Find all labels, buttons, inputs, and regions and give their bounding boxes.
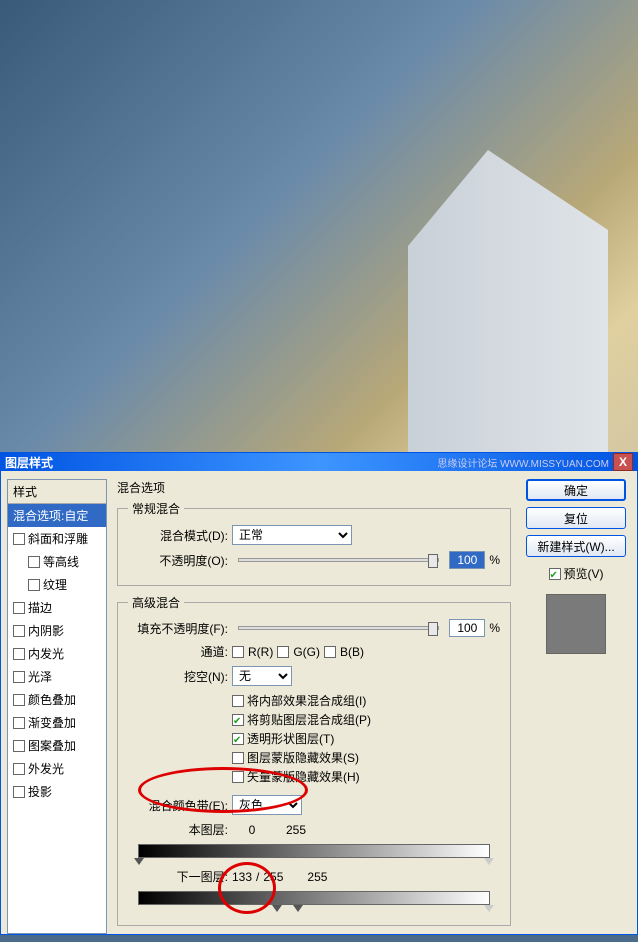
style-bevel[interactable]: 斜面和浮雕	[8, 527, 106, 550]
checkbox-icon[interactable]	[232, 714, 244, 726]
blend-mode-select[interactable]: 正常	[232, 525, 352, 545]
preview-swatch	[546, 594, 606, 654]
checkbox-icon[interactable]	[13, 648, 25, 660]
close-icon: X	[619, 455, 627, 469]
slider-stop-split-low[interactable]	[272, 905, 282, 912]
styles-selected[interactable]: 混合选项:自定	[8, 504, 106, 527]
cancel-button[interactable]: 复位	[526, 507, 626, 529]
style-texture[interactable]: 纹理	[8, 573, 106, 596]
general-legend: 常规混合	[128, 500, 184, 517]
new-style-button[interactable]: 新建样式(W)...	[526, 535, 626, 557]
styles-list: 样式 混合选项:自定 斜面和浮雕 等高线 纹理 描边 内阴影 内发光 光泽 颜色…	[7, 479, 107, 934]
style-contour[interactable]: 等高线	[8, 550, 106, 573]
general-blending: 常规混合 混合模式(D): 正常 不透明度(O): %	[117, 500, 511, 586]
style-satin[interactable]: 光泽	[8, 665, 106, 688]
opt-transparency-shapes[interactable]: 透明形状图层(T)	[232, 730, 500, 747]
slider-stop-white[interactable]	[484, 858, 494, 865]
knockout-select[interactable]: 无	[232, 666, 292, 686]
opacity-label: 不透明度(O):	[128, 552, 228, 569]
blend-if-select[interactable]: 灰色	[232, 795, 302, 815]
slider-thumb[interactable]	[428, 554, 438, 568]
opt-layer-mask-hides[interactable]: 图层蒙版隐藏效果(S)	[232, 749, 500, 766]
checkbox-icon[interactable]	[13, 694, 25, 706]
blend-mode-label: 混合模式(D):	[128, 527, 228, 544]
church-building	[408, 150, 608, 470]
checkbox-icon[interactable]	[13, 625, 25, 637]
advanced-blending: 高级混合 填充不透明度(F): % 通道: R(R) G(G) B(B) 挖空(…	[117, 594, 511, 926]
checkbox-icon[interactable]	[232, 771, 244, 783]
slider-stop-split-high[interactable]	[293, 905, 303, 912]
opt-vector-mask-hides[interactable]: 矢量蒙版隐藏效果(H)	[232, 768, 500, 785]
checkbox-icon[interactable]	[13, 763, 25, 775]
channel-g-checkbox[interactable]	[277, 646, 289, 658]
this-layer-gradient[interactable]	[138, 844, 490, 858]
this-layer-label: 本图层:	[128, 821, 228, 838]
channel-b-checkbox[interactable]	[324, 646, 336, 658]
slider-stop-white[interactable]	[484, 905, 494, 912]
options-panel: 混合选项 常规混合 混合模式(D): 正常 不透明度(O): % 高级混合 填充…	[113, 479, 515, 934]
under-layer-gradient[interactable]	[138, 891, 490, 905]
ok-button[interactable]: 确定	[526, 479, 626, 501]
titlebar[interactable]: 图层样式 思缘设计论坛 WWW.MISSYUAN.COM X	[1, 453, 637, 471]
style-drop-shadow[interactable]: 投影	[8, 780, 106, 803]
checkbox-icon[interactable]	[13, 671, 25, 683]
fill-opacity-label: 填充不透明度(F):	[128, 620, 228, 637]
checkbox-icon[interactable]	[13, 717, 25, 729]
style-stroke[interactable]: 描边	[8, 596, 106, 619]
style-pattern-overlay[interactable]: 图案叠加	[8, 734, 106, 757]
checkbox-icon[interactable]	[13, 786, 25, 798]
style-inner-glow[interactable]: 内发光	[8, 642, 106, 665]
checkbox-icon[interactable]	[13, 533, 25, 545]
dialog-body: 样式 混合选项:自定 斜面和浮雕 等高线 纹理 描边 内阴影 内发光 光泽 颜色…	[1, 471, 637, 942]
under-layer-label: 下一图层:	[128, 868, 228, 885]
slider-stop-black[interactable]	[134, 858, 144, 865]
checkbox-icon[interactable]	[232, 695, 244, 707]
opacity-input[interactable]	[449, 551, 485, 569]
knockout-label: 挖空(N):	[128, 668, 228, 685]
dialog-title: 图层样式	[5, 454, 437, 471]
right-panel: 确定 复位 新建样式(W)... 预览(V)	[521, 479, 631, 934]
blend-if-label: 混合颜色带(E):	[128, 797, 228, 814]
checkbox-icon[interactable]	[28, 556, 40, 568]
fill-input[interactable]	[449, 619, 485, 637]
style-inner-shadow[interactable]: 内阴影	[8, 619, 106, 642]
style-color-overlay[interactable]: 颜色叠加	[8, 688, 106, 711]
close-button[interactable]: X	[613, 453, 633, 471]
style-gradient-overlay[interactable]: 渐变叠加	[8, 711, 106, 734]
watermark-text: 思缘设计论坛 WWW.MISSYUAN.COM	[437, 455, 609, 470]
checkbox-icon[interactable]	[232, 752, 244, 764]
advanced-legend: 高级混合	[128, 594, 184, 611]
preview-checkbox[interactable]: 预览(V)	[549, 565, 604, 582]
channel-r-checkbox[interactable]	[232, 646, 244, 658]
layer-style-dialog: 图层样式 思缘设计论坛 WWW.MISSYUAN.COM X 样式 混合选项:自…	[0, 452, 638, 935]
opt-blend-interior[interactable]: 将内部效果混合成组(I)	[232, 692, 500, 709]
style-outer-glow[interactable]: 外发光	[8, 757, 106, 780]
channels-label: 通道:	[128, 643, 228, 660]
blend-options-title: 混合选项	[117, 479, 511, 496]
checkbox-icon[interactable]	[232, 733, 244, 745]
checkbox-icon[interactable]	[13, 602, 25, 614]
opacity-slider[interactable]	[238, 558, 439, 562]
opt-blend-clipped[interactable]: 将剪贴图层混合成组(P)	[232, 711, 500, 728]
slider-thumb[interactable]	[428, 622, 438, 636]
fill-slider[interactable]	[238, 626, 439, 630]
styles-header: 样式	[8, 480, 106, 504]
checkbox-icon[interactable]	[549, 568, 561, 580]
checkbox-icon[interactable]	[13, 740, 25, 752]
checkbox-icon[interactable]	[28, 579, 40, 591]
